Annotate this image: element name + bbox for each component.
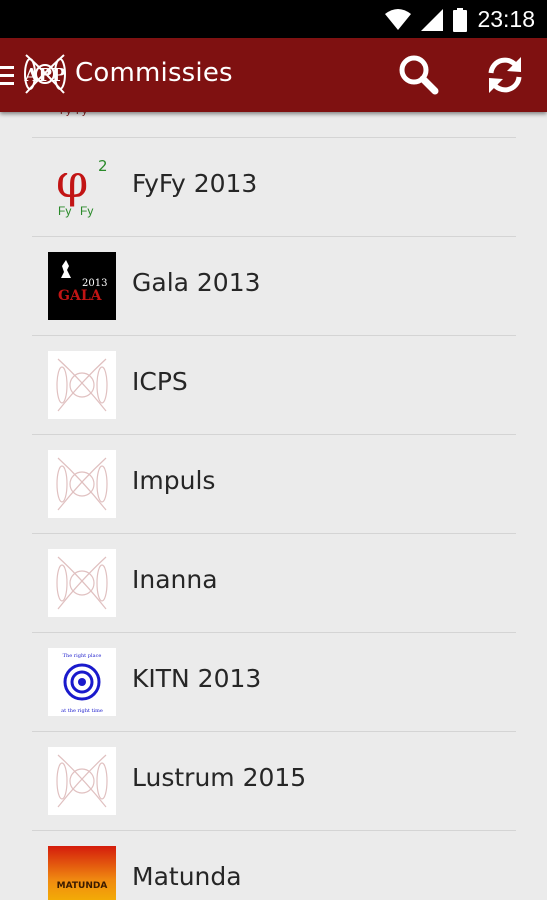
list-item[interactable]: Inanna <box>32 534 516 633</box>
matunda-logo: MATUNDA <box>48 846 116 900</box>
list-item[interactable]: 2013 GALA Gala 2013 <box>32 237 516 336</box>
app-placeholder-logo <box>48 351 116 419</box>
wifi-icon <box>385 8 412 30</box>
drawer-menu-icon[interactable] <box>0 66 14 86</box>
status-bar: 23:18 <box>0 0 547 38</box>
list-item-label: KITN 2013 <box>132 664 262 693</box>
app-placeholder-logo <box>48 450 116 518</box>
svg-text:φ: φ <box>56 154 88 208</box>
svg-text:Fy: Fy <box>60 112 71 117</box>
gala-logo: 2013 GALA <box>48 252 116 320</box>
list-item[interactable]: Lustrum 2015 <box>32 732 516 831</box>
search-icon[interactable] <box>397 53 441 97</box>
list-item-partial[interactable]: Fy Fy <box>32 112 516 138</box>
list-item-label: Lustrum 2015 <box>132 763 307 792</box>
commissions-list[interactable]: Fy Fy φ 2 Fy Fy FyFy 2013 2013 GALA Ga <box>0 112 547 900</box>
app-bar: APP Commissies <box>0 38 547 112</box>
refresh-icon[interactable] <box>483 53 527 97</box>
list-item-label: FyFy 2013 <box>132 169 258 198</box>
list-item[interactable]: ICPS <box>32 336 516 435</box>
svg-text:Fy: Fy <box>58 204 71 218</box>
signal-icon <box>421 8 444 31</box>
fyfy-logo: φ 2 Fy Fy <box>48 153 116 221</box>
list-item[interactable]: φ 2 Fy Fy FyFy 2013 <box>32 138 516 237</box>
svg-text:Fy: Fy <box>80 204 93 218</box>
svg-text:Fy: Fy <box>76 112 87 117</box>
list-item[interactable]: MATUNDA Matunda <box>32 831 516 900</box>
svg-text:at the right time: at the right time <box>61 708 103 714</box>
status-icons: 23:18 <box>385 6 535 33</box>
list-item-label: Impuls <box>132 466 216 495</box>
svg-text:APP: APP <box>23 65 66 86</box>
app-placeholder-logo <box>48 549 116 617</box>
list-item[interactable]: The right place at the right time KITN 2… <box>32 633 516 732</box>
battery-icon <box>453 7 468 32</box>
list-item[interactable]: Impuls <box>32 435 516 534</box>
list-item-label: Matunda <box>132 862 242 891</box>
svg-text:GALA: GALA <box>58 288 103 304</box>
fyfy-logo-partial: Fy Fy <box>60 112 87 117</box>
svg-text:2: 2 <box>98 157 108 175</box>
list-item-label: Gala 2013 <box>132 268 261 297</box>
app-title: Commissies <box>75 58 233 88</box>
kitn-logo: The right place at the right time <box>48 648 116 716</box>
app-logo-icon[interactable]: APP <box>18 47 72 101</box>
list-item-label: Inanna <box>132 565 218 594</box>
status-time: 23:18 <box>477 6 535 32</box>
app-placeholder-logo <box>48 747 116 815</box>
list-item-label: ICPS <box>132 367 188 396</box>
svg-text:MATUNDA: MATUNDA <box>57 881 108 891</box>
svg-text:The right place: The right place <box>63 653 102 659</box>
